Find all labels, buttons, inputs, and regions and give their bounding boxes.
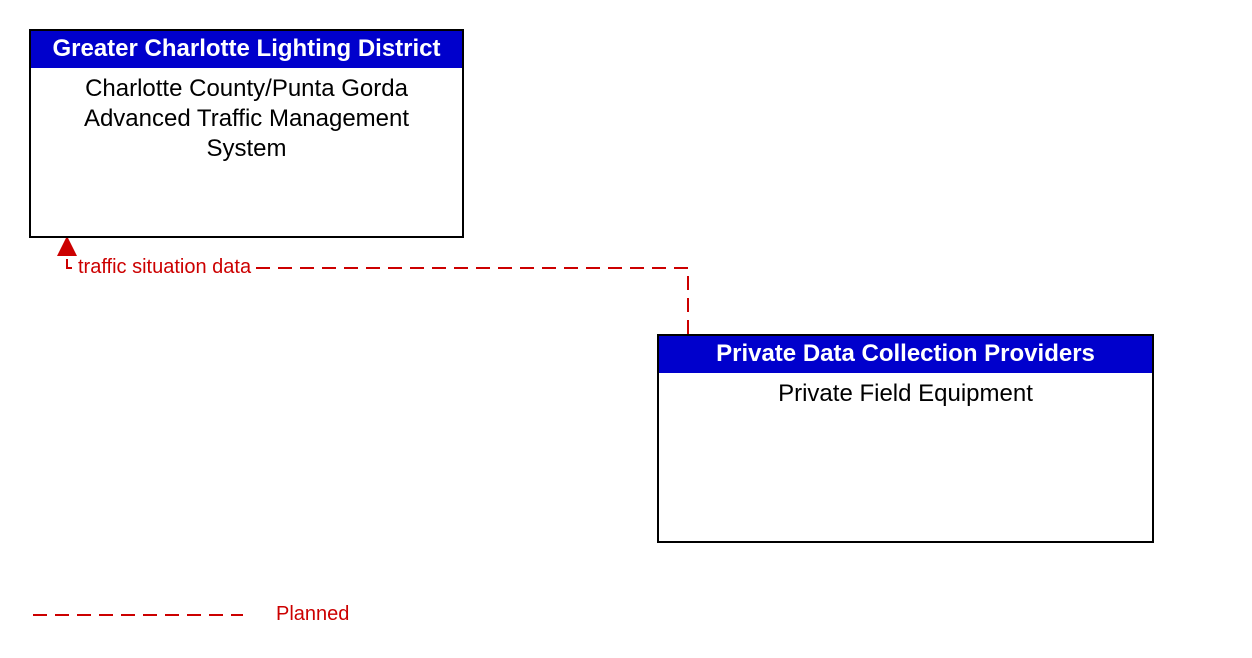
flow-label-traffic-situation: traffic situation data: [76, 256, 253, 279]
entity-header-right: Private Data Collection Providers: [659, 336, 1152, 373]
legend-label-planned: Planned: [276, 603, 349, 626]
entity-body-right: Private Field Equipment: [659, 373, 1152, 409]
entity-header-left: Greater Charlotte Lighting District: [31, 31, 462, 68]
entity-body-left-line1: Charlotte County/Punta Gorda: [41, 74, 452, 104]
entity-private-field-equipment: Private Data Collection Providers Privat…: [657, 334, 1154, 543]
entity-body-left: Charlotte County/Punta Gorda Advanced Tr…: [31, 68, 462, 164]
entity-body-right-line1: Private Field Equipment: [669, 379, 1142, 409]
entity-charlotte-atms: Greater Charlotte Lighting District Char…: [29, 29, 464, 238]
entity-body-left-line2: Advanced Traffic Management System: [41, 104, 452, 164]
